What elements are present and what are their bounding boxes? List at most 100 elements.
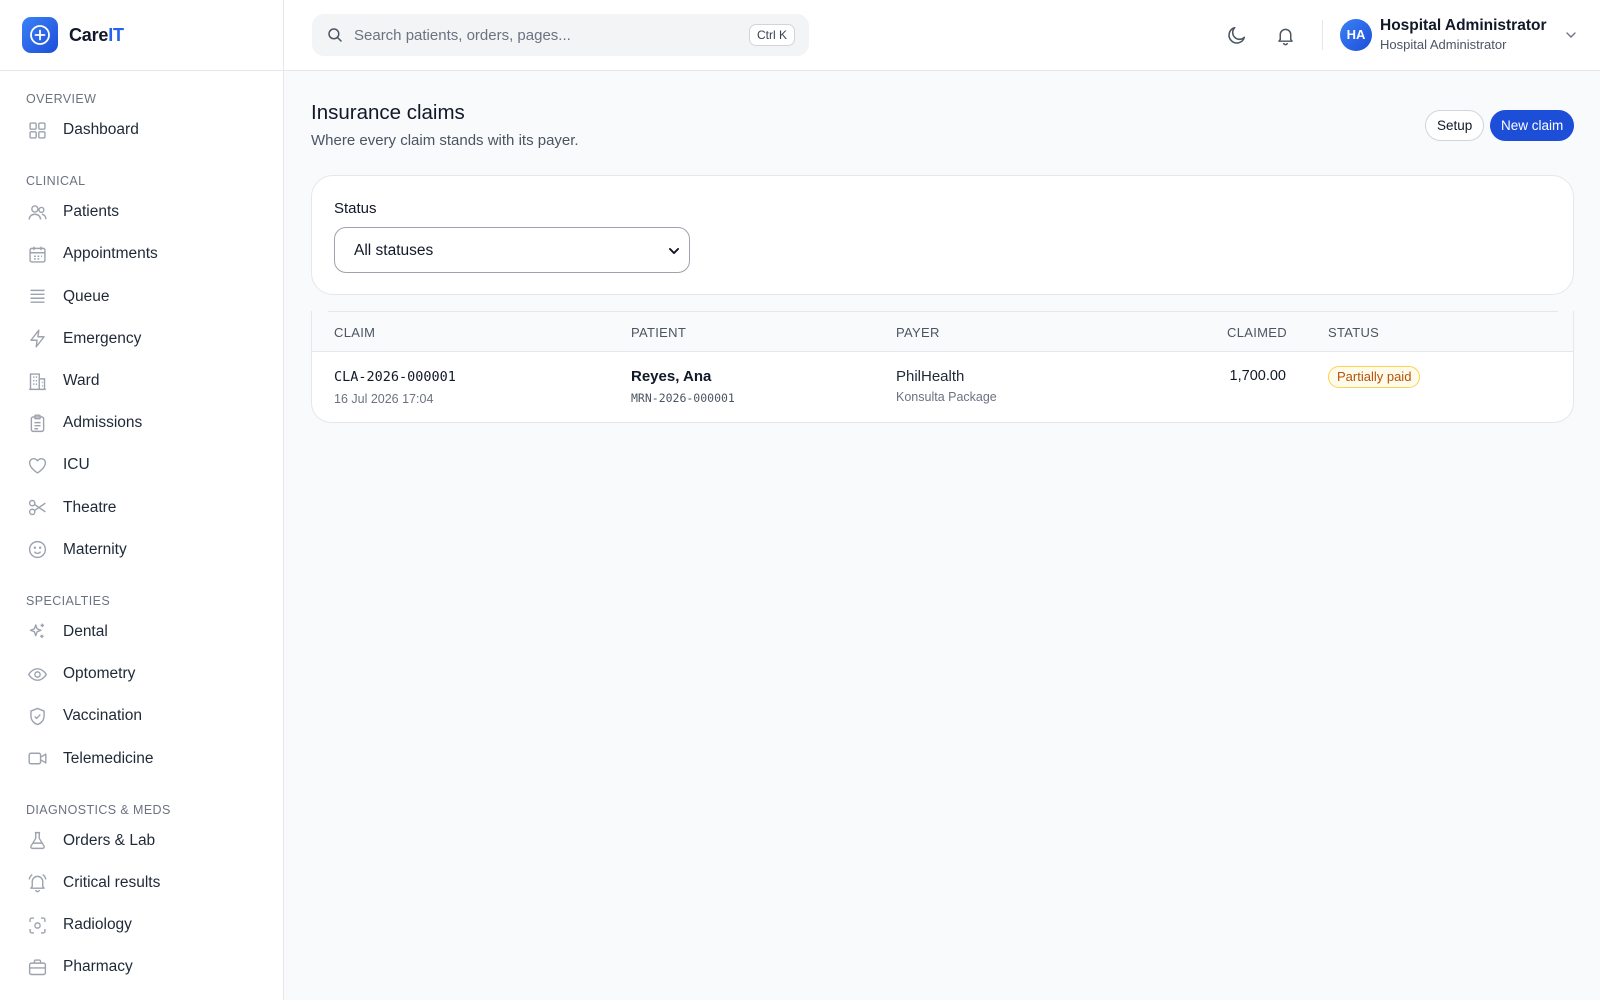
top-bar: Ctrl K HA Hospital Administrator Hospita… <box>284 0 1600 71</box>
sidebar-item-label: Maternity <box>63 540 127 558</box>
avatar: HA <box>1340 18 1372 51</box>
search-icon <box>328 28 342 42</box>
status-select-wrapper[interactable]: All statuses <box>334 227 690 273</box>
sidebar-item-critical-results[interactable]: Critical results <box>0 862 283 904</box>
status-filter-label: Status <box>334 200 377 217</box>
sidebar: CareIT Overview Dashboard Clinical Patie… <box>0 0 284 1000</box>
plus-logo-icon <box>22 17 58 53</box>
users-icon <box>28 205 47 220</box>
patient-cell: Reyes, Ana MRN-2026-000001 <box>631 368 735 405</box>
claimed-amount: 1,700.00 <box>1229 368 1286 384</box>
sidebar-item-label: Orders & Lab <box>63 831 156 849</box>
notifications-button[interactable] <box>1272 22 1298 48</box>
column-header-status: STATUS <box>1328 325 1380 340</box>
theme-toggle-button[interactable] <box>1224 22 1250 48</box>
new-claim-button[interactable]: New claim <box>1490 110 1575 141</box>
patient-mrn: MRN-2026-000001 <box>631 391 735 405</box>
sidebar-item-label: Queue <box>63 287 110 305</box>
lightning-icon <box>30 329 45 348</box>
header-divider <box>1322 20 1323 50</box>
setup-button[interactable]: Setup <box>1425 110 1485 141</box>
brand-name: CareIT <box>69 24 124 45</box>
clipboard-icon <box>30 414 45 432</box>
nav-group-overview: Overview Dashboard <box>0 89 283 151</box>
scan-icon <box>29 916 46 934</box>
nav-group-title: Specialties <box>26 593 111 608</box>
grid-icon <box>29 121 46 139</box>
payer-cell: PhilHealth Konsulta Package <box>896 368 997 404</box>
column-header-patient: PATIENT <box>631 325 687 340</box>
page-subtitle: Where every claim stands with its payer. <box>311 132 579 149</box>
claim-date: 16 Jul 2026 17:04 <box>334 392 434 406</box>
nav-group-specialties: Specialties Dental Optometry Vaccination… <box>0 591 283 780</box>
sidebar-item-pharmacy[interactable]: Pharmacy <box>0 946 283 988</box>
sidebar-item-label: Radiology <box>63 916 132 934</box>
sidebar-item-dashboard[interactable]: Dashboard <box>0 109 283 151</box>
payer-name: PhilHealth <box>896 368 965 385</box>
nav-group-title: Overview <box>26 92 97 106</box>
sidebar-item-label: Ward <box>63 372 100 390</box>
table-top-divider <box>328 311 1558 312</box>
sidebar-item-label: Admissions <box>63 414 143 432</box>
page-title: Insurance claims <box>311 101 465 124</box>
sidebar-item-label: Optometry <box>63 665 136 683</box>
sidebar-item-patients[interactable]: Patients <box>0 191 283 233</box>
claim-cell: CLA-2026-000001 16 Jul 2026 17:04 <box>334 369 456 406</box>
sidebar-item-label: Emergency <box>63 329 142 347</box>
flask-icon <box>30 832 45 850</box>
column-header-claim: CLAIM <box>334 325 376 340</box>
nav-group-title: Diagnostics & Meds <box>26 802 171 817</box>
list-icon <box>30 289 45 304</box>
building-icon <box>29 372 46 390</box>
sidebar-item-label: Critical results <box>63 873 161 891</box>
claim-id[interactable]: CLA-2026-000001 <box>334 369 456 385</box>
heart-icon <box>28 457 47 474</box>
status-badge: Partially paid <box>1328 366 1421 388</box>
sidebar-item-ward[interactable]: Ward <box>0 360 283 402</box>
moon-icon <box>1228 26 1246 44</box>
sidebar-item-label: Appointments <box>63 245 158 263</box>
sidebar-item-appointments[interactable]: Appointments <box>0 233 283 275</box>
patient-name[interactable]: Reyes, Ana <box>631 368 735 385</box>
sidebar-item-theatre[interactable]: Theatre <box>0 487 283 529</box>
column-header-claimed: CLAIMED <box>1227 325 1287 340</box>
sidebar-item-label: Pharmacy <box>63 958 133 976</box>
user-name: Hospital Administrator <box>1380 17 1547 34</box>
brand[interactable]: CareIT <box>0 0 283 71</box>
sparkles-icon <box>29 624 45 639</box>
nav-group-clinical: Clinical Patients Appointments Queue Eme… <box>0 171 283 571</box>
sidebar-item-orders-lab[interactable]: Orders & Lab <box>0 820 283 862</box>
sidebar-item-dental[interactable]: Dental <box>0 611 283 653</box>
chevron-down-icon <box>1565 31 1576 38</box>
user-info: Hospital Administrator Hospital Administ… <box>1380 16 1547 53</box>
main-content: Insurance claims Where every claim stand… <box>284 71 1600 1000</box>
sidebar-item-label: Dental <box>63 622 108 640</box>
sidebar-item-telemedicine[interactable]: Telemedicine <box>0 737 283 779</box>
sidebar-item-label: Patients <box>63 203 120 221</box>
sidebar-item-queue[interactable]: Queue <box>0 276 283 318</box>
status-cell: Partially paid <box>1328 366 1421 388</box>
column-header-payer: PAYER <box>896 325 940 340</box>
bell-icon <box>1277 28 1293 45</box>
table-row[interactable]: CLA-2026-000001 16 Jul 2026 17:04 Reyes,… <box>312 352 1573 422</box>
sidebar-item-vaccination[interactable]: Vaccination <box>0 695 283 737</box>
sidebar-item-emergency[interactable]: Emergency <box>0 318 283 360</box>
sidebar-item-label: Vaccination <box>63 707 142 725</box>
user-menu[interactable]: HA Hospital Administrator Hospital Admin… <box>1340 16 1579 53</box>
search-bar[interactable]: Ctrl K <box>312 14 809 56</box>
sidebar-nav: Overview Dashboard Clinical Patients App… <box>0 71 283 988</box>
status-select[interactable]: All statuses <box>335 228 689 272</box>
video-icon <box>28 752 47 765</box>
sidebar-item-label: ICU <box>63 456 90 474</box>
sidebar-item-icu[interactable]: ICU <box>0 444 283 486</box>
sidebar-item-maternity[interactable]: Maternity <box>0 529 283 571</box>
nav-group-diagnostics: Diagnostics & Meds Orders & Lab Critical… <box>0 800 283 989</box>
smile-icon <box>28 541 47 559</box>
search-input[interactable] <box>354 26 734 44</box>
sidebar-item-admissions[interactable]: Admissions <box>0 402 283 444</box>
sidebar-item-optometry[interactable]: Optometry <box>0 653 283 695</box>
calendar-icon <box>29 246 46 263</box>
table-header: CLAIM PATIENT PAYER CLAIMED STATUS <box>312 311 1573 352</box>
sidebar-item-radiology[interactable]: Radiology <box>0 904 283 946</box>
scissors-icon <box>28 499 46 516</box>
